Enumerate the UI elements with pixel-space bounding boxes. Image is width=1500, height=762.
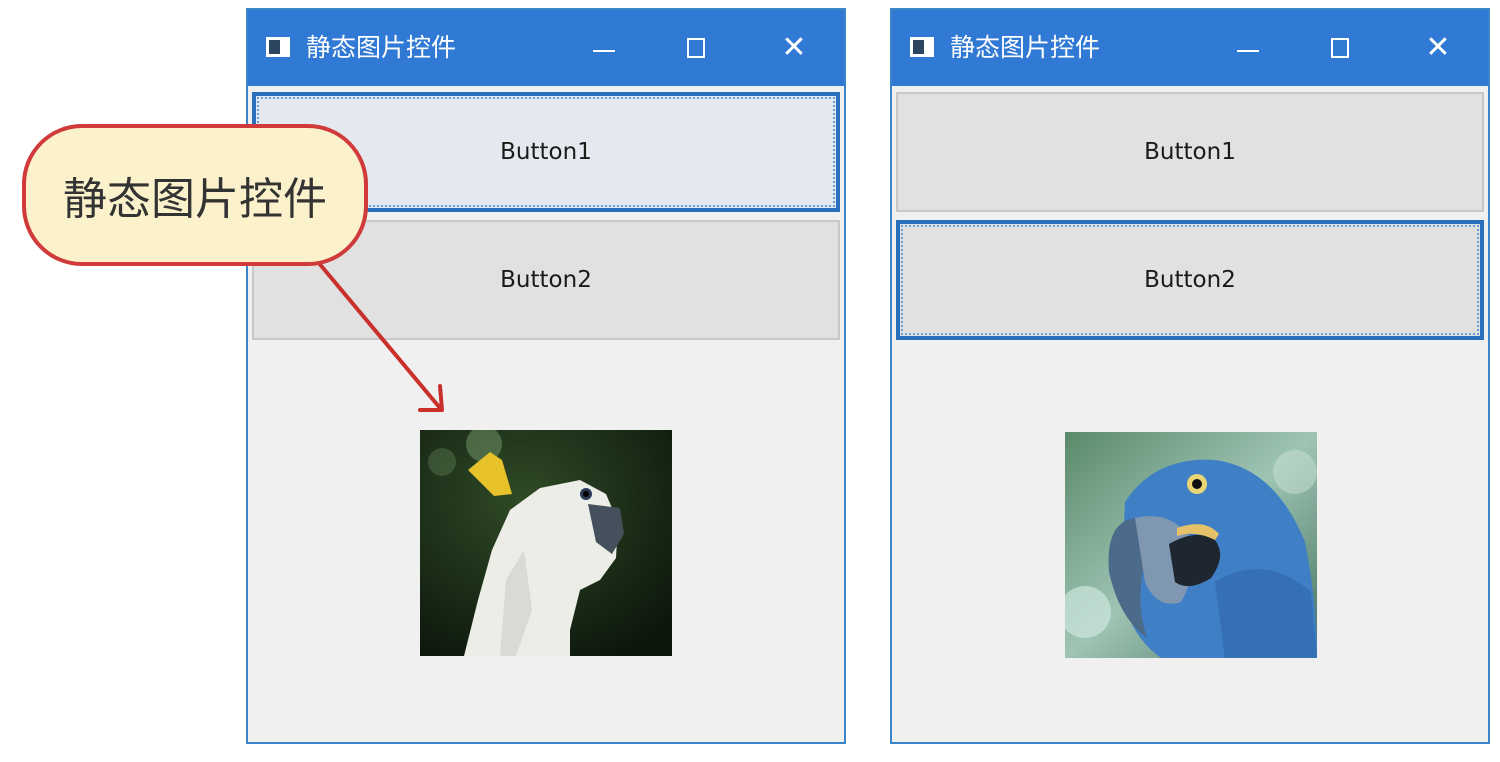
close-button[interactable]: ✕ [768, 26, 820, 70]
button2[interactable]: Button2 [896, 220, 1484, 340]
window-left: 静态图片控件 ✕ Button1 Button2 [246, 8, 846, 744]
minimize-button[interactable] [578, 26, 630, 70]
maximize-button[interactable] [670, 26, 722, 70]
button1[interactable]: Button1 [896, 92, 1484, 212]
window-title: 静态图片控件 [950, 33, 1101, 62]
minimize-button[interactable] [1222, 26, 1274, 70]
window-title: 静态图片控件 [306, 33, 457, 62]
title-bar[interactable]: 静态图片控件 ✕ [248, 10, 844, 86]
window-right: 静态图片控件 ✕ Button1 Button2 [890, 8, 1490, 744]
close-icon: ✕ [781, 30, 807, 65]
static-picture-cockatoo [420, 430, 672, 656]
minimize-icon [593, 50, 615, 52]
minimize-icon [1237, 50, 1259, 52]
window-app-icon [266, 37, 290, 57]
title-bar[interactable]: 静态图片控件 ✕ [892, 10, 1488, 86]
button1[interactable]: Button1 [252, 92, 840, 212]
static-picture-macaw [1065, 432, 1317, 658]
window-app-icon [910, 37, 934, 57]
close-button[interactable]: ✕ [1412, 26, 1464, 70]
maximize-icon [1331, 38, 1349, 58]
close-icon: ✕ [1425, 30, 1451, 65]
maximize-button[interactable] [1314, 26, 1366, 70]
maximize-icon [687, 38, 705, 58]
button2[interactable]: Button2 [252, 220, 840, 340]
